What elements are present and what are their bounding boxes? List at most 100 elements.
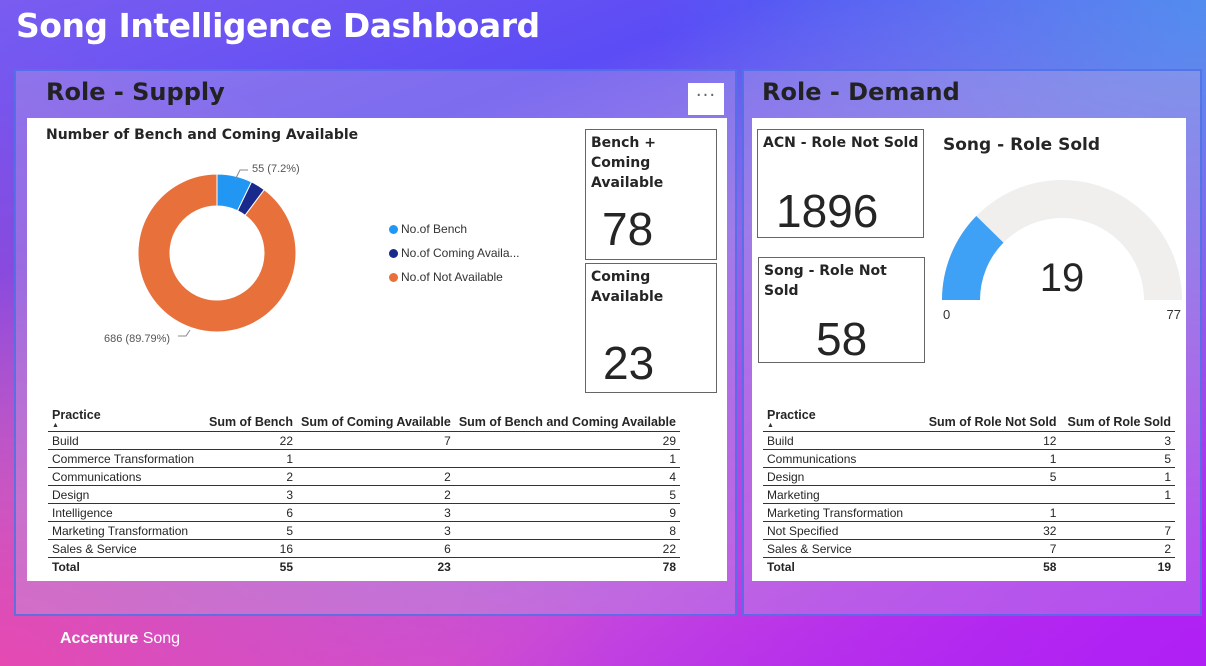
donut-chart: 55 (7.2%) 686 (89.79%) (104, 163, 300, 345)
cell: 5 (454, 485, 680, 504)
cell: 1 (921, 449, 1061, 468)
legend-item-not-available[interactable]: No.of Not Available (389, 270, 503, 284)
legend-label: No.of Not Available (401, 270, 503, 284)
cell: 22 (454, 539, 680, 558)
cell: 1 (454, 449, 680, 468)
cell: 1 (921, 503, 1061, 522)
column-header-bench[interactable]: Sum of Bench (205, 408, 297, 432)
table-row[interactable]: Commerce Transformation 1 1 (48, 449, 680, 468)
cell: 16 (204, 539, 298, 558)
cell: Marketing (763, 485, 921, 504)
card-acn-not-sold[interactable]: ACN - Role Not Sold 1896 (757, 129, 924, 238)
column-header-bench-coming[interactable]: Sum of Bench and Coming Available (455, 408, 680, 432)
card-value: 1896 (776, 185, 879, 237)
cell: 1 (204, 449, 298, 468)
cell: 1 (1060, 485, 1175, 504)
cell: Not Specified (763, 521, 921, 540)
cell: 6 (204, 503, 298, 522)
donut-label-not-available: 686 (89.79%) (104, 333, 170, 345)
card-song-not-sold[interactable]: Song - Role Not Sold 58 (758, 257, 925, 365)
table-row[interactable]: Build 12 3 (763, 431, 1175, 450)
legend-label: No.of Coming Availa... (401, 246, 520, 260)
demand-table: Practice ▲ Sum of Role Not Sold Sum of R… (763, 408, 1175, 575)
column-header-practice[interactable]: Practice ▲ (48, 408, 205, 432)
card-bench-coming[interactable]: Bench + Coming Available 78 (585, 129, 717, 260)
cell: Marketing Transformation (763, 503, 921, 522)
column-header-practice[interactable]: Practice ▲ (763, 408, 921, 432)
cell: 7 (297, 431, 455, 450)
demand-title: Role - Demand (762, 78, 960, 106)
cell: 8 (454, 521, 680, 540)
cell: Design (763, 467, 921, 486)
cell: 19 (1157, 559, 1171, 574)
donut-label-bench: 55 (7.2%) (252, 163, 300, 175)
label-leader-large (178, 329, 191, 337)
column-header-coming[interactable]: Sum of Coming Available (297, 408, 455, 432)
column-header-role-sold[interactable]: Sum of Role Sold (1060, 408, 1175, 432)
gauge-max: 77 (1167, 307, 1181, 322)
card-label: ACN - Role Not Sold (763, 135, 919, 151)
cell: 58 (1043, 559, 1057, 574)
table-header-row: Practice ▲ Sum of Role Not Sold Sum of R… (763, 408, 1175, 432)
cell: Commerce Transformation (48, 449, 205, 468)
supply-table: Practice ▲ Sum of Bench Sum of Coming Av… (48, 408, 680, 575)
brand-logo: Accenture Song (60, 630, 181, 647)
card-value: 78 (602, 203, 654, 255)
legend-label: No.of Bench (401, 222, 468, 236)
cell: 2 (1060, 539, 1175, 558)
table-row[interactable]: Design 5 1 (763, 467, 1175, 486)
legend-item-bench[interactable]: No.of Bench (389, 222, 467, 236)
cell: 5 (1060, 449, 1175, 468)
card-label: Coming Available (591, 269, 664, 305)
gauge-title: Song - Role Sold (943, 135, 1101, 155)
sort-ascending-icon: ▲ (52, 422, 59, 429)
column-header-role-not-sold[interactable]: Sum of Role Not Sold (921, 408, 1060, 432)
table-row[interactable]: Design 3 2 5 (48, 485, 680, 504)
cell: 29 (454, 431, 680, 450)
legend-dot-icon (389, 248, 398, 258)
legend-dot-icon (389, 224, 398, 234)
donut-chart-title: Number of Bench and Coming Available (46, 127, 359, 143)
legend-item-coming[interactable]: No.of Coming Availa... (389, 246, 520, 260)
cell (297, 449, 455, 468)
cell: 6 (297, 539, 455, 558)
card-coming-available[interactable]: Coming Available 23 (585, 263, 717, 393)
cell: Sales & Service (763, 539, 921, 558)
table-row[interactable]: Intelligence 6 3 9 (48, 503, 680, 522)
cell: 1 (1060, 467, 1175, 486)
cell: 3 (297, 521, 455, 540)
cell: 7 (1060, 521, 1175, 540)
table-total-row: Total 58 19 (763, 558, 1175, 576)
cell: Sales & Service (48, 539, 205, 558)
card-value: 58 (816, 313, 868, 365)
table-header-row: Practice ▲ Sum of Bench Sum of Coming Av… (48, 408, 680, 432)
table-row[interactable]: Communications 2 2 4 (48, 467, 680, 486)
cell: Design (48, 485, 205, 504)
table-row[interactable]: Sales & Service 16 6 22 (48, 539, 680, 558)
more-options-button[interactable]: ··· (688, 83, 724, 115)
legend-dot-icon (389, 272, 398, 282)
cell: Build (48, 431, 205, 450)
cell: 4 (454, 467, 680, 486)
cell (921, 485, 1061, 504)
table-row[interactable]: Sales & Service 7 2 (763, 539, 1175, 558)
cell: 3 (297, 503, 455, 522)
header-label: Practice (767, 408, 816, 422)
donut-slice-2[interactable] (137, 173, 297, 333)
table-row[interactable]: Marketing Transformation 1 (763, 503, 1175, 522)
table-row[interactable]: Marketing Transformation 5 3 8 (48, 521, 680, 540)
cell: Build (763, 431, 921, 450)
cell: 3 (204, 485, 298, 504)
cell: 5 (204, 521, 298, 540)
sort-ascending-icon: ▲ (767, 422, 774, 429)
table-row[interactable]: Marketing 1 (763, 485, 1175, 504)
cell: 78 (662, 559, 676, 574)
table-row[interactable]: Communications 1 5 (763, 449, 1175, 468)
cell: 12 (921, 431, 1061, 450)
table-row[interactable]: Build 22 7 29 (48, 431, 680, 450)
card-label: Bench + Coming Available (591, 135, 664, 191)
cell: Marketing Transformation (48, 521, 205, 540)
table-total-row: Total 55 23 78 (48, 558, 680, 576)
table-row[interactable]: Not Specified 32 7 (763, 521, 1175, 540)
cell: 32 (921, 521, 1061, 540)
